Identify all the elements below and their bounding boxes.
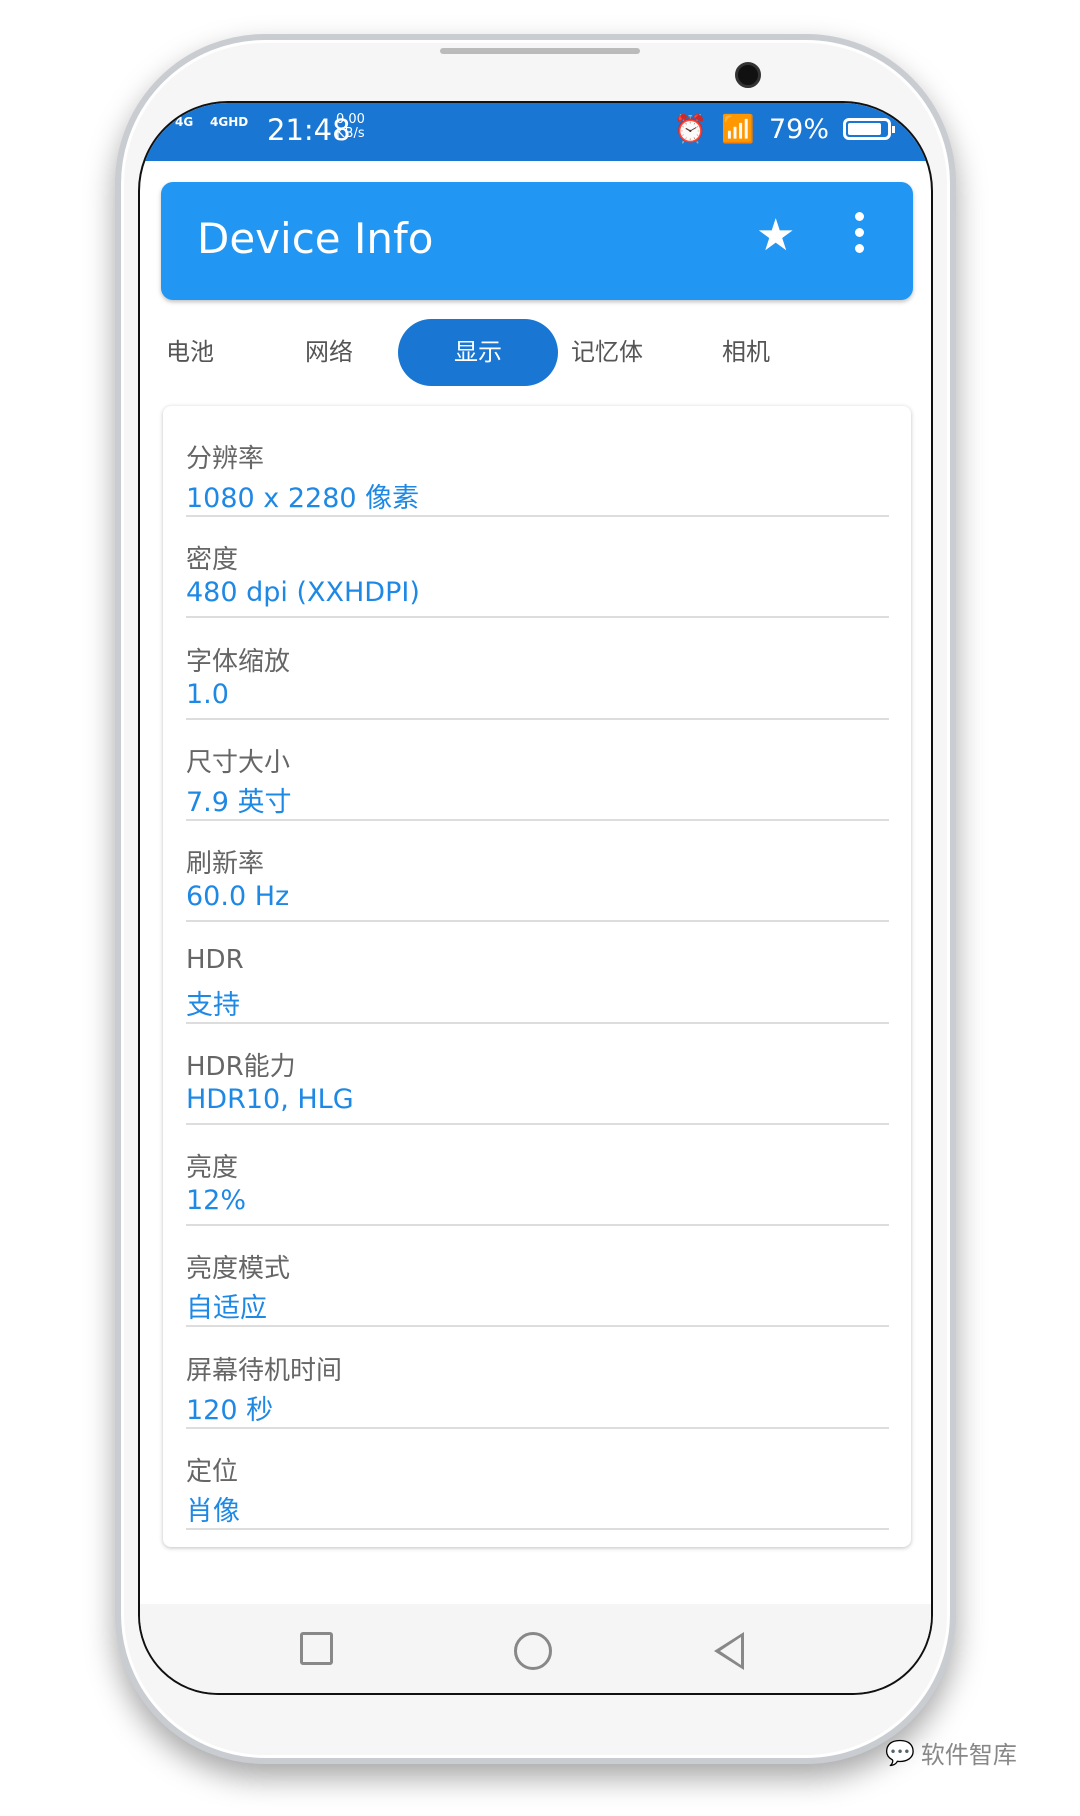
battery-icon: [843, 118, 895, 140]
info-row: 亮度 12%: [186, 1125, 889, 1227]
tab-memory[interactable]: 记忆体: [527, 319, 687, 386]
tab-network[interactable]: 网络: [249, 319, 409, 386]
info-value: 支持: [186, 989, 240, 1021]
more-vert-icon[interactable]: [851, 212, 867, 262]
info-value: 1080 x 2280 像素: [186, 483, 420, 514]
info-value: 7.9 英寸: [186, 786, 292, 818]
navigation-bar: [140, 1604, 931, 1693]
info-label: 分辨率: [186, 444, 265, 474]
info-label: 亮度: [186, 1153, 239, 1184]
tab-camera[interactable]: 相机: [666, 319, 826, 386]
watermark: 💬 软件智库: [885, 1735, 1017, 1770]
info-row: 定位 肖像: [186, 1429, 889, 1530]
star-icon[interactable]: ★: [756, 210, 795, 261]
info-label: 密度: [186, 545, 239, 576]
info-value: 60.0 Hz: [186, 881, 290, 913]
info-value: 自适应: [186, 1293, 267, 1325]
info-label: 定位: [186, 1457, 239, 1487]
network-speed: 0.00 KB/s: [336, 113, 365, 141]
front-camera: [735, 62, 761, 88]
speed-value: 0.00: [336, 112, 365, 127]
info-row: 亮度模式 自适应: [186, 1226, 889, 1328]
info-row: 屏幕待机时间 120 秒: [186, 1328, 889, 1429]
signal-1: 4G: [175, 115, 194, 129]
info-label: 亮度模式: [186, 1254, 291, 1285]
info-label: 屏幕待机时间: [186, 1355, 343, 1386]
info-value: 12%: [186, 1185, 247, 1217]
display-info-card: 分辨率 1080 x 2280 像素 密度 480 dpi (XXHDPI) 字体缩放 1…: [163, 406, 911, 1547]
signal-2: 4GHD: [210, 115, 249, 129]
info-row: 分辨率 1080 x 2280 像素: [186, 416, 889, 517]
info-label: HDR: [186, 944, 244, 975]
speed-unit: KB/s: [336, 126, 365, 141]
tab-bar: 电池 网络 显示 记忆体 相机: [140, 319, 931, 386]
info-row: 密度 480 dpi (XXHDPI): [186, 517, 889, 619]
recents-button[interactable]: [300, 1632, 333, 1665]
info-label: 尺寸大小: [186, 747, 291, 778]
info-value: 肖像: [186, 1496, 240, 1527]
alarm-icon: ⏰: [673, 114, 708, 145]
speaker-grille: [440, 48, 640, 54]
info-row: HDR能力 HDR10, HLG: [186, 1024, 889, 1125]
info-row: HDR 支持: [186, 923, 889, 1024]
info-row: 刷新率 60.0 Hz: [186, 821, 889, 923]
wifi-icon: 📶: [721, 114, 755, 145]
info-value: 480 dpi (XXHDPI): [186, 577, 420, 609]
battery-percent: 79%: [768, 113, 829, 145]
info-row: 字体缩放 1.0: [186, 619, 889, 720]
info-label: 字体缩放: [186, 646, 291, 677]
app-title: Device Info: [197, 214, 434, 263]
info-label: 刷新率: [186, 849, 265, 880]
app-bar: Device Info ★: [161, 182, 913, 300]
screen: 4G 4GHD 21:48 0.00 KB/s ⏰ 📶 79% Device In…: [138, 101, 933, 1695]
home-button[interactable]: [514, 1632, 552, 1670]
info-value: HDR10, HLG: [186, 1083, 354, 1115]
watermark-text: 软件智库: [920, 1741, 1017, 1769]
back-button[interactable]: [714, 1632, 744, 1670]
info-value: 1.0: [186, 678, 229, 710]
wechat-icon: 💬: [885, 1738, 915, 1767]
status-bar: 4G 4GHD 21:48 0.00 KB/s ⏰ 📶 79%: [140, 103, 931, 161]
info-value: 120 秒: [186, 1394, 274, 1426]
info-label: HDR能力: [186, 1051, 296, 1082]
info-row: 尺寸大小 7.9 英寸: [186, 720, 889, 821]
